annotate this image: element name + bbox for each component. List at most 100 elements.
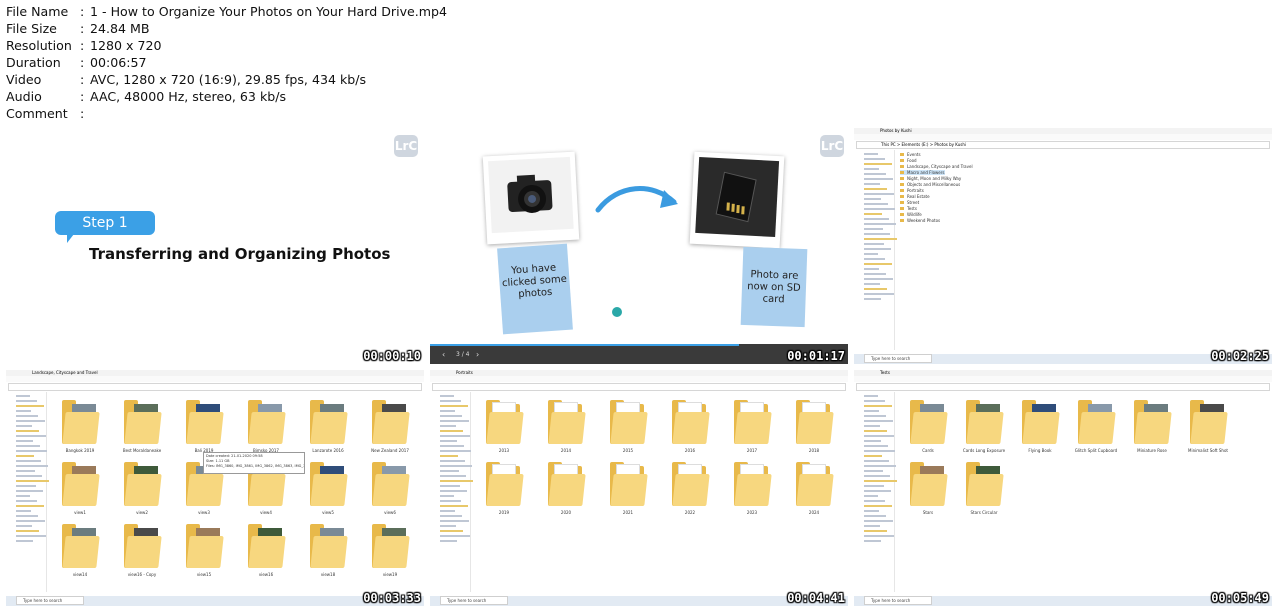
list-item[interactable]: Portraits: [900, 188, 924, 193]
nav-pane[interactable]: [6, 392, 49, 592]
nav-item[interactable]: [864, 400, 885, 402]
folder-icon[interactable]: [734, 398, 772, 444]
nav-item[interactable]: [440, 510, 455, 512]
thumbnail-5[interactable]: Portraits 2013 2014 2015 2016 2017 2018 2019 20…: [430, 370, 848, 606]
nav-item[interactable]: [16, 405, 44, 407]
nav-item[interactable]: [864, 213, 882, 215]
folder-icon[interactable]: [910, 398, 948, 444]
nav-item[interactable]: [864, 273, 886, 275]
nav-item[interactable]: [864, 520, 893, 522]
nav-item[interactable]: [864, 283, 880, 285]
nav-item[interactable]: [864, 495, 878, 497]
nav-item[interactable]: [440, 425, 456, 427]
nav-item[interactable]: [16, 480, 49, 482]
nav-item[interactable]: [440, 490, 467, 492]
nav-item[interactable]: [864, 203, 888, 205]
list-item[interactable]: Wildlife: [900, 212, 922, 217]
thumbnail-6[interactable]: Tests Cards Cards Long Exposure Flying Boo…: [854, 370, 1272, 606]
taskbar-search[interactable]: Type here to search: [440, 596, 508, 605]
list-item[interactable]: Night, Moon and Milky Way: [900, 176, 961, 181]
address-bar[interactable]: [432, 383, 846, 391]
nav-item[interactable]: [864, 530, 887, 532]
nav-item[interactable]: [864, 475, 890, 477]
nav-item[interactable]: [16, 440, 33, 442]
nav-item[interactable]: [864, 233, 890, 235]
nav-item[interactable]: [864, 293, 894, 295]
nav-item[interactable]: [440, 530, 463, 532]
address-bar[interactable]: [856, 383, 1270, 391]
nav-item[interactable]: [864, 535, 894, 537]
nav-item[interactable]: [440, 450, 471, 452]
folder-icon[interactable]: [124, 398, 162, 444]
nav-item[interactable]: [16, 525, 32, 527]
folder-icon[interactable]: [1190, 398, 1228, 444]
folder-icon[interactable]: [62, 460, 100, 506]
nav-item[interactable]: [864, 218, 889, 220]
nav-item[interactable]: [16, 430, 39, 432]
nav-item[interactable]: [16, 460, 41, 462]
nav-item[interactable]: [16, 535, 46, 537]
nav-item[interactable]: [16, 435, 46, 437]
folder-icon[interactable]: [1078, 398, 1116, 444]
nav-item[interactable]: [864, 435, 894, 437]
nav-item[interactable]: [440, 480, 473, 482]
nav-item[interactable]: [864, 485, 884, 487]
nav-item[interactable]: [864, 510, 879, 512]
nav-item[interactable]: [440, 430, 463, 432]
list-item[interactable]: Landscape, Cityscape and Travel: [900, 164, 973, 169]
folder-icon[interactable]: [62, 522, 100, 568]
list-item[interactable]: Objects and Miscellaneous: [900, 182, 960, 187]
folder-icon[interactable]: [248, 522, 286, 568]
nav-pane[interactable]: [430, 392, 473, 592]
nav-item[interactable]: [864, 278, 893, 280]
nav-item[interactable]: [864, 178, 893, 180]
taskbar-search[interactable]: Type here to search: [864, 596, 932, 605]
nav-item[interactable]: [864, 450, 895, 452]
nav-item[interactable]: [16, 505, 44, 507]
nav-item[interactable]: [864, 193, 894, 195]
nav-item[interactable]: [16, 445, 40, 447]
nav-item[interactable]: [440, 400, 461, 402]
nav-item[interactable]: [440, 485, 460, 487]
nav-item[interactable]: [440, 420, 469, 422]
nav-item[interactable]: [440, 405, 468, 407]
nav-pane[interactable]: [854, 392, 897, 592]
list-item[interactable]: Street: [900, 200, 919, 205]
nav-item[interactable]: [16, 515, 38, 517]
nav-item[interactable]: [864, 490, 891, 492]
folder-icon[interactable]: [610, 398, 648, 444]
nav-item[interactable]: [864, 420, 893, 422]
nav-item[interactable]: [864, 168, 879, 170]
nav-pane[interactable]: [854, 150, 897, 350]
nav-item[interactable]: [16, 470, 35, 472]
list-item[interactable]: Real Estate: [900, 194, 930, 199]
nav-item[interactable]: [16, 490, 43, 492]
nav-item[interactable]: [864, 243, 884, 245]
list-item[interactable]: Food: [900, 158, 917, 163]
nav-item[interactable]: [864, 505, 892, 507]
folder-icon[interactable]: [372, 460, 410, 506]
nav-item[interactable]: [440, 540, 457, 542]
nav-item[interactable]: [864, 183, 880, 185]
taskbar-search[interactable]: Type here to search: [864, 354, 932, 363]
list-item[interactable]: Events: [900, 152, 921, 157]
nav-item[interactable]: [864, 163, 892, 165]
folder-icon[interactable]: [186, 398, 224, 444]
nav-item[interactable]: [864, 430, 887, 432]
nav-item[interactable]: [864, 188, 887, 190]
folder-icon[interactable]: [486, 460, 524, 506]
nav-item[interactable]: [864, 460, 889, 462]
nav-item[interactable]: [440, 500, 461, 502]
folder-icon[interactable]: [62, 398, 100, 444]
folder-icon[interactable]: [672, 398, 710, 444]
folder-icon[interactable]: [248, 398, 286, 444]
thumbnail-2[interactable]: LrC You have clicked some photos Photo a…: [430, 128, 848, 364]
folder-icon[interactable]: [910, 460, 948, 506]
nav-item[interactable]: [864, 208, 895, 210]
nav-item[interactable]: [864, 228, 883, 230]
nav-item[interactable]: [440, 495, 454, 497]
nav-item[interactable]: [864, 515, 886, 517]
folder-icon[interactable]: [124, 460, 162, 506]
folder-icon[interactable]: [310, 522, 348, 568]
folder-icon[interactable]: [610, 460, 648, 506]
